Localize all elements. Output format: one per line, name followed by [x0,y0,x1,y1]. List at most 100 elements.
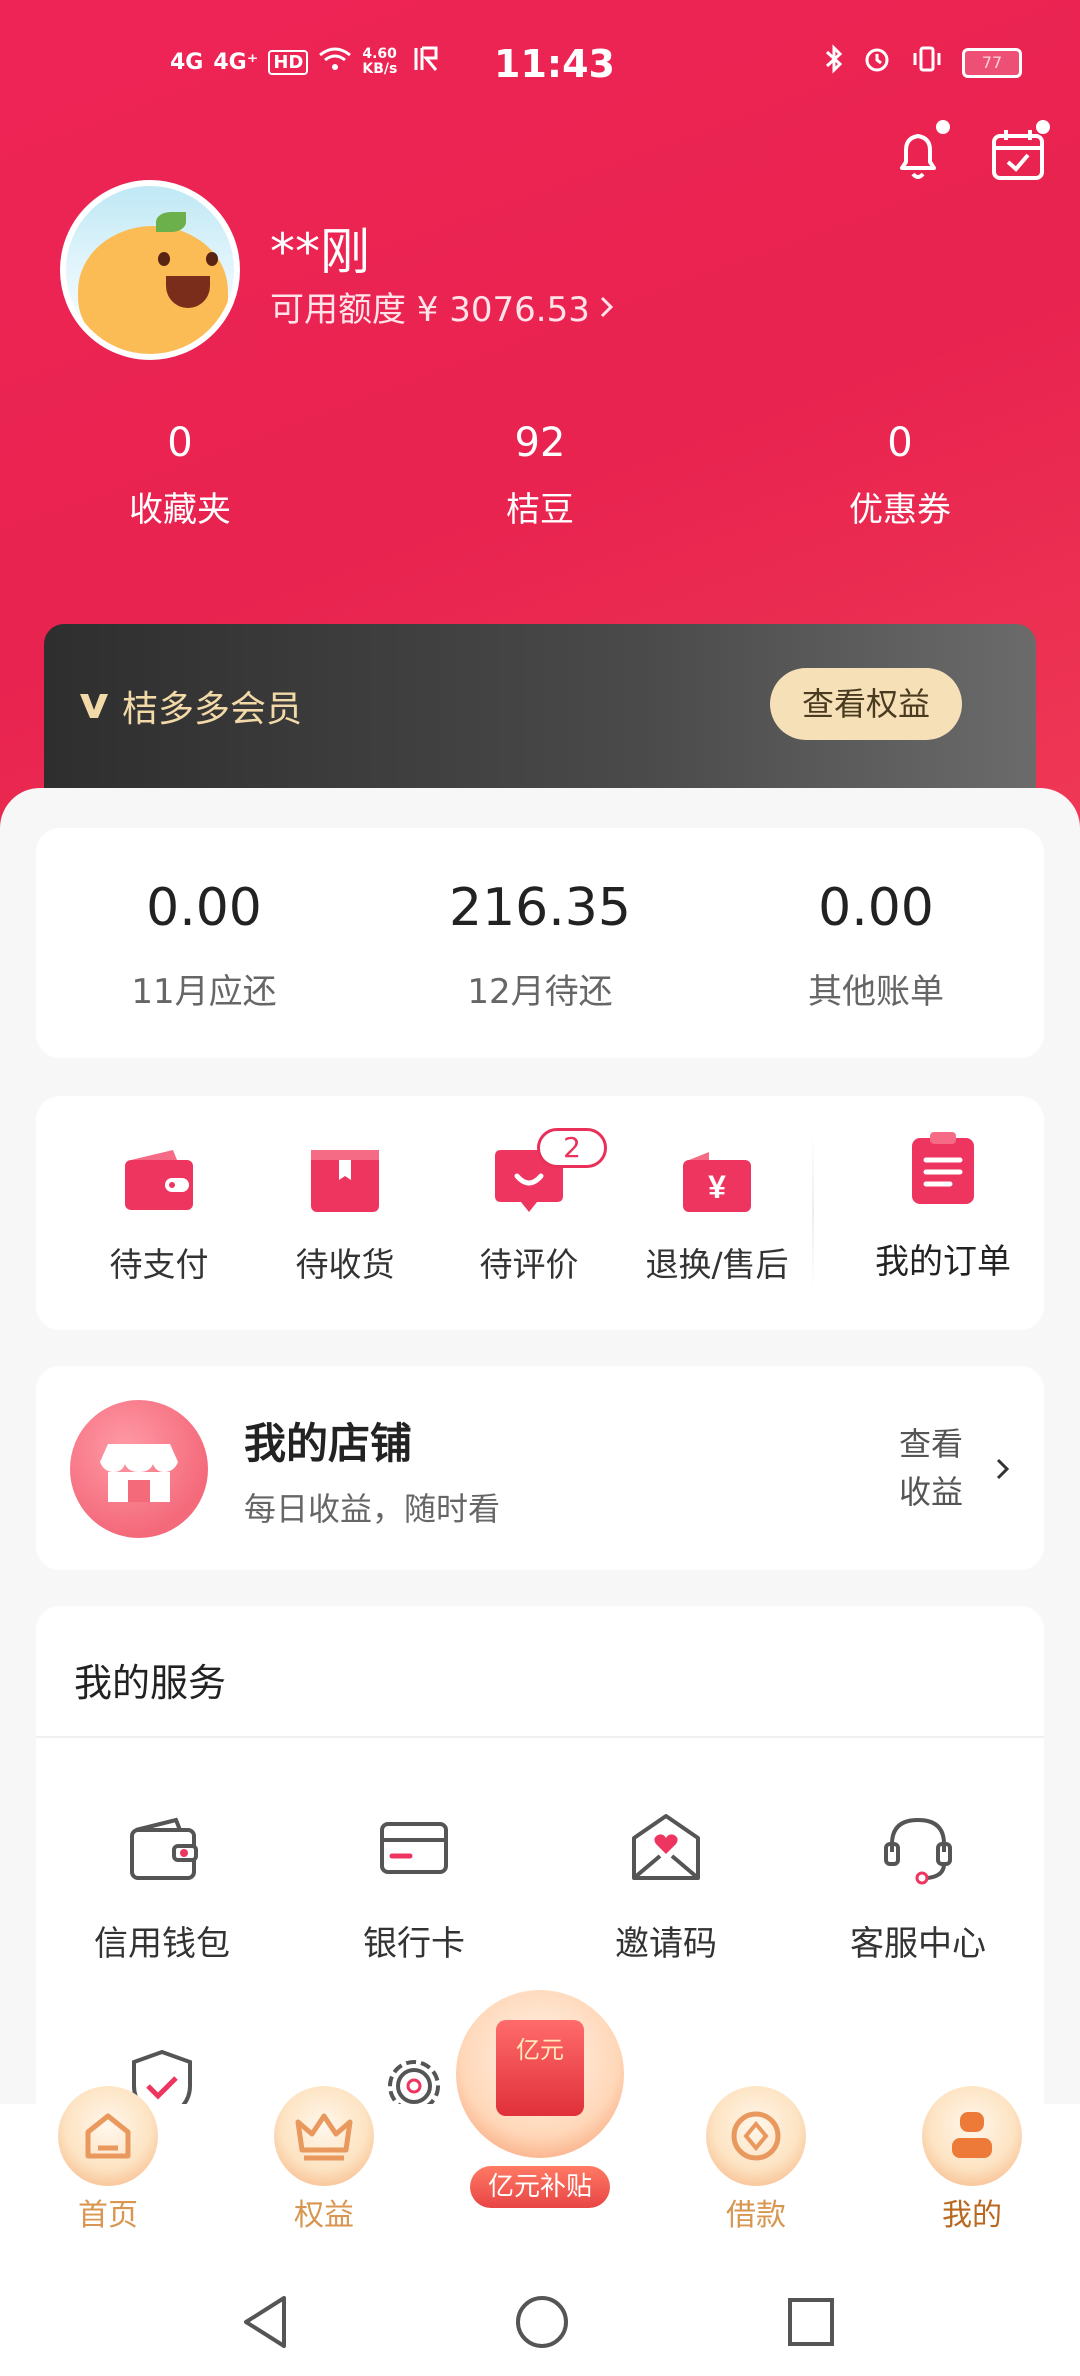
stats-row: 0 收藏夹 92 桔豆 0 优惠券 [0,418,1080,531]
order-label: 待收货 [295,1245,395,1284]
recents-square-icon [788,2298,834,2346]
service-invite-code[interactable]: 邀请码 [540,1808,792,1965]
tab-label: 我的 [942,2198,1002,2233]
order-list-icon [910,1132,976,1206]
crown-icon [274,2086,374,2186]
order-label: 退换/售后 [645,1245,789,1284]
order-label: 待评价 [479,1245,579,1284]
tab-subsidy[interactable]: 亿元 亿元补贴 [456,1990,624,2226]
calendar-dot [1036,120,1050,134]
svg-text:¥: ¥ [708,1169,726,1205]
wifi-icon [318,45,352,79]
membership-title: 桔多多会员 [76,680,302,732]
tab-label: 权益 [294,2198,354,2233]
tab-home[interactable]: 首页 [0,2086,216,2234]
nav-home-button[interactable] [514,2294,570,2354]
credit-limit-text: 可用额度 ¥ 3076.53 [270,290,590,330]
tab-label: 首页 [78,2198,138,2233]
my-shop-card[interactable]: 我的店铺 每日收益，随时看 查看 收益 [36,1366,1044,1570]
system-nav-bar [0,2264,1080,2376]
review-count-badge: 2 [537,1128,607,1168]
home-icon [58,2086,158,2186]
tab-mine[interactable]: 我的 [864,2086,1080,2234]
chevron-right-icon [600,296,613,317]
tab-label: 借款 [726,2198,786,2233]
headset-icon [878,1808,958,1888]
shop-logo [70,1400,208,1538]
bill-amount: 0.00 [818,878,934,938]
tab-loan[interactable]: 借款 [648,2086,864,2234]
user-name: **刚 [270,223,370,281]
bill-other[interactable]: 0.00 其他账单 [708,828,1044,1058]
view-earnings-link[interactable]: 查看 收益 [896,1420,966,1516]
avatar-leaf [156,212,186,232]
clock: 11:43 [494,42,615,86]
orders-card: 待支付 待收货 2 待评价 ¥ 退换/售后 我的订单 [36,1096,1044,1330]
net-speed: 4.60 KB/s [362,46,398,77]
avatar-eye-right [206,252,218,266]
services-title: 我的服务 [74,1661,227,1705]
alarm-icon [862,44,892,81]
shop-title: 我的店铺 [244,1419,413,1468]
signal-indicators: 4G 4G⁺ HD 4.60 KB/s [170,44,440,80]
home-circle-icon [516,2296,568,2348]
tab-benefits[interactable]: 权益 [216,2086,432,2234]
stat-favorites[interactable]: 0 收藏夹 [0,418,360,531]
my-orders-link[interactable]: 我的订单 [858,1132,1028,1283]
hearing-icon [412,44,440,80]
order-pending-receipt[interactable]: 待收货 [260,1146,430,1286]
envelope-text: 亿元 [516,2036,564,2064]
nav-back-button[interactable] [240,2294,290,2354]
bank-card-icon [374,1808,454,1888]
stat-label: 优惠券 [849,490,951,530]
vibrate-icon [910,44,944,81]
refund-icon: ¥ [679,1146,755,1216]
bill-label: 其他账单 [808,972,944,1012]
service-label: 信用钱包 [94,1924,230,1964]
stat-value: 0 [167,420,193,466]
service-label: 邀请码 [615,1924,717,1964]
order-pending-review[interactable]: 2 待评价 [444,1128,614,1286]
notification-button[interactable] [888,120,950,184]
avatar-eye-left [158,252,170,266]
stat-coupons[interactable]: 0 优惠券 [720,418,1080,531]
subsidy-label: 亿元补贴 [470,2166,610,2208]
membership-title-text: 桔多多会员 [122,689,303,730]
avatar[interactable] [60,180,240,360]
notification-dot [936,120,950,134]
order-refund-aftersales[interactable]: ¥ 退换/售后 [632,1146,802,1286]
service-bank-card[interactable]: 银行卡 [288,1808,540,1965]
wallet-icon [121,1146,197,1216]
service-label: 客服中心 [850,1924,986,1964]
service-customer-center[interactable]: 客服中心 [792,1808,1044,1965]
store-icon [100,1444,178,1502]
bill-november[interactable]: 0.00 11月应还 [36,828,372,1058]
checkin-calendar-button[interactable] [988,120,1050,184]
credit-limit-link[interactable]: 可用额度 ¥ 3076.53 [270,282,618,331]
system-indicators: 77 [824,44,1022,81]
battery-indicator: 77 [962,47,1022,78]
stat-label: 收藏夹 [129,490,231,530]
service-credit-wallet[interactable]: 信用钱包 [36,1808,288,1965]
signal-4g-1: 4G [170,49,204,75]
stat-label: 桔豆 [506,490,574,530]
stat-value: 0 [887,420,913,466]
invite-envelope-icon [626,1808,706,1888]
order-pending-payment[interactable]: 待支付 [74,1146,244,1286]
bill-label: 12月待还 [467,972,613,1012]
bill-december[interactable]: 216.35 12月待还 [372,828,708,1058]
bills-card: 0.00 11月应还 216.35 12月待还 0.00 其他账单 [36,828,1044,1058]
stat-points[interactable]: 92 桔豆 [360,418,720,531]
red-envelope-icon: 亿元 [456,1990,624,2158]
nav-recents-button[interactable] [786,2294,836,2354]
red-envelope: 亿元 [496,2020,584,2116]
bill-label: 11月应还 [131,972,277,1012]
stat-value: 92 [514,420,566,466]
view-earnings-line1: 查看 [898,1425,963,1463]
view-benefits-button[interactable]: 查看权益 [770,668,962,740]
chat-smile-icon: 2 [491,1128,607,1216]
signal-4g-2: 4G⁺ [213,49,259,75]
credit-wallet-icon [122,1808,202,1888]
shop-subtitle: 每日收益，随时看 [244,1490,501,1528]
header-actions [888,120,1050,184]
